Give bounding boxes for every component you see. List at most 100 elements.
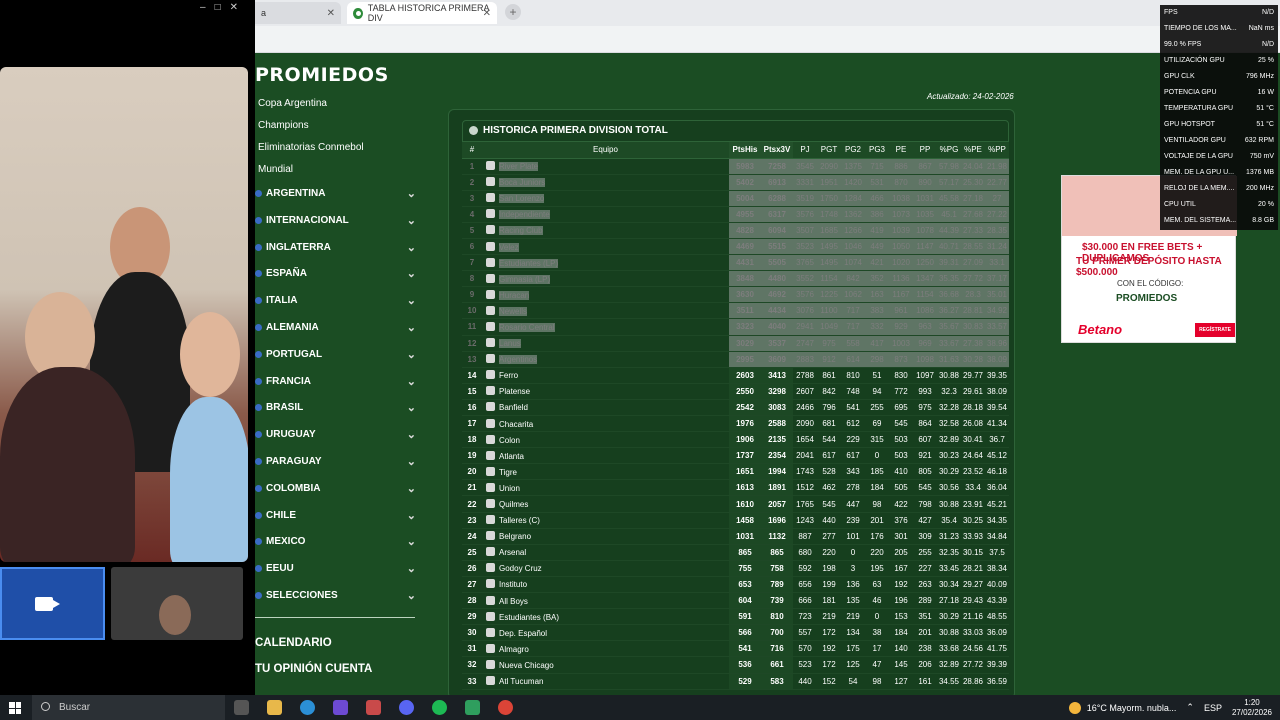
team-name[interactable]: Platense xyxy=(499,387,530,396)
chevron-down-icon[interactable]: ⌄ xyxy=(407,315,416,341)
column-header[interactable]: %PP xyxy=(985,142,1009,159)
spotify-icon[interactable] xyxy=(432,700,447,715)
team-name[interactable]: Boca Juniors xyxy=(499,178,546,188)
table-row[interactable]: 10 Newells 3511 4434 3076 1100 717 383 961 1086 36… xyxy=(462,302,1009,320)
team-name[interactable]: Racing Club xyxy=(499,226,543,236)
tab-close-icon[interactable]: ✕ xyxy=(483,8,491,19)
weather-widget[interactable]: 16°C Mayorm. nubla... xyxy=(1068,701,1176,714)
column-header[interactable]: PG3 xyxy=(865,142,889,159)
team-name[interactable]: Estudiantes (BA) xyxy=(499,613,559,622)
table-row[interactable]: 2 Boca Juniors 5402 6913 3331 1951 1420 531 870 8… xyxy=(462,174,1009,191)
team-name[interactable]: Belgrano xyxy=(499,532,531,541)
ad-register-button[interactable]: REGÍSTRATE xyxy=(1195,323,1235,337)
table-row[interactable]: 28 All Boys 604 739 666 181 135 46 196 289 27.18 29… xyxy=(462,592,1009,610)
nav-country[interactable]: INGLATERRA ⌄ xyxy=(255,235,420,262)
table-row[interactable]: 17 Chacarita 1976 2588 2090 681 612 69 545 864 32.… xyxy=(462,415,1009,433)
team-name[interactable]: Godoy Cruz xyxy=(499,564,542,573)
chevron-down-icon[interactable]: ⌄ xyxy=(407,422,416,448)
team-name[interactable]: Independiente xyxy=(499,210,550,220)
team-name[interactable]: Banfield xyxy=(499,403,528,412)
file-explorer-icon[interactable] xyxy=(267,700,282,715)
table-row[interactable]: 22 Quilmes 1610 2057 1765 545 447 98 422 798 30.88… xyxy=(462,495,1009,513)
table-row[interactable]: 26 Godoy Cruz 755 758 592 198 3 195 167 227 33.45 2… xyxy=(462,560,1009,577)
edge-icon[interactable] xyxy=(300,700,315,715)
team-name[interactable]: River Plate xyxy=(499,162,539,172)
address-bar[interactable] xyxy=(255,26,1280,53)
team-name[interactable]: San Lorenzo xyxy=(499,194,545,204)
column-header[interactable]: PtsHis xyxy=(729,142,761,159)
chevron-down-icon[interactable]: ⌄ xyxy=(407,235,416,261)
column-header[interactable]: %PE xyxy=(961,142,985,159)
team-name[interactable]: Instituto xyxy=(499,580,527,589)
chevron-down-icon[interactable]: ⌄ xyxy=(407,208,416,234)
team-name[interactable]: Lanus xyxy=(499,339,521,349)
team-name[interactable]: Estudiantes (LP) xyxy=(499,258,559,268)
team-name[interactable]: Ferro xyxy=(499,371,518,380)
team-name[interactable]: Rosario Central xyxy=(499,322,555,332)
team-name[interactable]: Quilmes xyxy=(499,500,528,509)
team-name[interactable]: All Boys xyxy=(499,597,528,606)
chrome-icon[interactable] xyxy=(498,700,513,715)
column-header[interactable]: PG2 xyxy=(841,142,865,159)
participant-thumbnail[interactable] xyxy=(111,567,243,640)
table-row[interactable]: 3 San Lorenzo 5004 6288 3519 1750 1284 466 1038 1… xyxy=(462,190,1009,207)
browser-tab-1[interactable]: a ✕ xyxy=(255,2,341,24)
team-name[interactable]: Talleres (C) xyxy=(499,516,540,525)
table-row[interactable]: 16 Banfield 2542 3083 2466 796 541 255 695 975 32.… xyxy=(462,399,1009,417)
window-controls[interactable]: –□✕ xyxy=(200,2,247,13)
table-row[interactable]: 9 Huracan 3630 4692 3576 1225 1062 163 1167 1154 3… xyxy=(462,286,1009,304)
table-row[interactable]: 25 Arsenal 865 865 680 220 0 220 205 255 32.35 30.1… xyxy=(462,544,1009,561)
chevron-down-icon[interactable]: ⌄ xyxy=(407,583,416,609)
taskbar-search[interactable]: Buscar xyxy=(32,695,225,720)
table-row[interactable]: 18 Colon 1906 2135 1654 544 229 315 503 607 32.89 3… xyxy=(462,431,1009,449)
team-name[interactable]: Argentinos xyxy=(499,355,538,365)
chevron-down-icon[interactable]: ⌄ xyxy=(407,395,416,421)
table-row[interactable]: 27 Instituto 653 789 656 199 136 63 192 263 30.34 2… xyxy=(462,576,1009,594)
table-row[interactable]: 19 Atlanta 1737 2354 2041 617 617 0 503 921 30.23 2… xyxy=(462,447,1009,465)
table-row[interactable]: 15 Platense 2550 3298 2607 842 748 94 772 993 32.3… xyxy=(462,383,1009,400)
table-row[interactable]: 11 Rosario Central 3323 4040 2941 1049 717 332 9… xyxy=(462,318,1009,336)
team-name[interactable]: Union xyxy=(499,484,520,493)
tray-chevron-icon[interactable]: ⌃ xyxy=(1186,702,1194,713)
nav-competition[interactable]: Mundial xyxy=(255,159,420,181)
table-row[interactable]: 20 Tigre 1651 1994 1743 528 343 185 410 805 30.29 2… xyxy=(462,463,1009,481)
app-icon[interactable] xyxy=(366,700,381,715)
table-row[interactable]: 14 Ferro 2603 3413 2788 861 810 51 830 1097 30.88 2… xyxy=(462,367,1009,384)
chevron-down-icon[interactable]: ⌄ xyxy=(407,503,416,529)
table-row[interactable]: 13 Argentinos 2995 3609 2883 912 614 298 873 1098… xyxy=(462,351,1009,368)
column-header[interactable]: %PG xyxy=(937,142,961,159)
column-header[interactable]: Ptsx3V xyxy=(761,142,793,159)
team-name[interactable]: Tigre xyxy=(499,468,517,477)
chevron-down-icon[interactable]: ⌄ xyxy=(407,369,416,395)
nav-country[interactable]: SELECCIONES ⌄ xyxy=(255,583,420,610)
chevron-down-icon[interactable]: ⌄ xyxy=(407,288,416,314)
nav-country[interactable]: MEXICO ⌄ xyxy=(255,529,420,556)
table-row[interactable]: 29 Estudiantes (BA) 591 810 723 219 219 0 153 351… xyxy=(462,608,1009,626)
clock[interactable]: 1:20 27/02/2026 xyxy=(1232,698,1272,718)
chevron-down-icon[interactable]: ⌄ xyxy=(407,529,416,555)
nav-country[interactable]: ESPAÑA ⌄ xyxy=(255,261,420,288)
team-name[interactable]: Nueva Chicago xyxy=(499,661,554,670)
team-name[interactable]: Newells xyxy=(499,306,528,316)
team-name[interactable]: Atlanta xyxy=(499,452,524,461)
chevron-down-icon[interactable]: ⌄ xyxy=(407,476,416,502)
new-tab-plus-icon[interactable]: + xyxy=(505,4,521,20)
nav-country[interactable]: CHILE ⌄ xyxy=(255,503,420,530)
column-header[interactable]: PP xyxy=(913,142,937,159)
camera-thumbnail[interactable] xyxy=(0,567,105,640)
nav-country[interactable]: INTERNACIONAL ⌄ xyxy=(255,208,420,235)
nav-country[interactable]: COLOMBIA ⌄ xyxy=(255,476,420,503)
chevron-down-icon[interactable]: ⌄ xyxy=(407,556,416,582)
nav-country[interactable]: PARAGUAY ⌄ xyxy=(255,449,420,476)
nav-competition[interactable]: Champions xyxy=(255,115,420,137)
chevron-down-icon[interactable]: ⌄ xyxy=(407,342,416,368)
table-row[interactable]: 32 Nueva Chicago 536 661 523 172 125 47 145 206 32… xyxy=(462,656,1009,674)
table-row[interactable]: 21 Union 1613 1891 1512 462 278 184 505 545 30.56 3… xyxy=(462,479,1009,497)
nav-link[interactable]: TU OPINIÓN CUENTA xyxy=(255,656,420,682)
tab-close-icon[interactable]: ✕ xyxy=(327,8,335,19)
app-icon[interactable] xyxy=(333,700,348,715)
team-name[interactable]: Velez xyxy=(499,242,519,252)
nav-country[interactable]: ITALIA ⌄ xyxy=(255,288,420,315)
nav-country[interactable]: PORTUGAL ⌄ xyxy=(255,342,420,369)
table-row[interactable]: 33 Atl Tucuman 529 583 440 152 54 98 127 161 34.55… xyxy=(462,673,1009,690)
